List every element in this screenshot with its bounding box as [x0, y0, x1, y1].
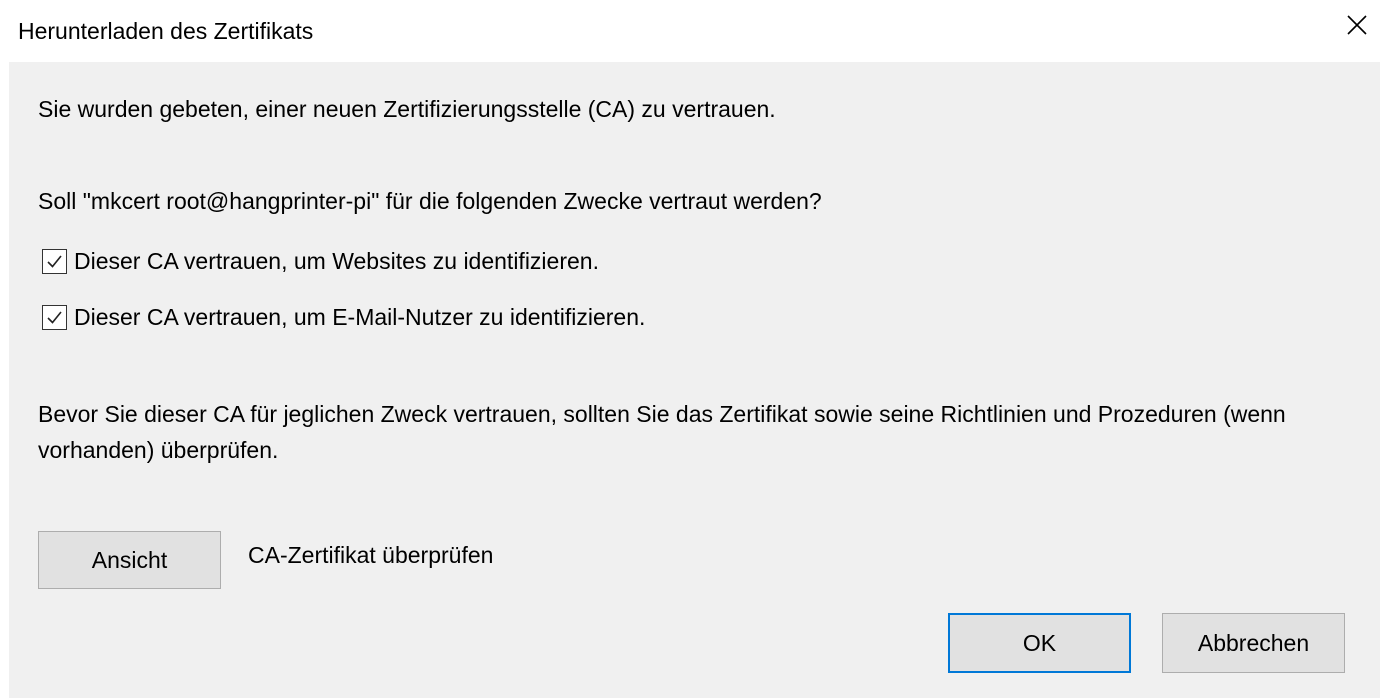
trust-email-label: Dieser CA vertrauen, um E-Mail-Nutzer zu…	[74, 304, 646, 330]
close-icon	[1347, 15, 1367, 35]
dialog-content: Sie wurden gebeten, einer neuen Zertifiz…	[9, 62, 1380, 698]
intro-text: Sie wurden gebeten, einer neuen Zertifiz…	[38, 96, 776, 122]
view-description: CA-Zertifikat überprüfen	[248, 542, 494, 568]
close-button[interactable]	[1325, 0, 1389, 50]
trust-email-option[interactable]: Dieser CA vertrauen, um E-Mail-Nutzer zu…	[42, 302, 645, 332]
cancel-button[interactable]: Abbrechen	[1162, 613, 1345, 673]
trust-websites-checkbox[interactable]	[42, 248, 67, 274]
checkmark-icon	[47, 254, 62, 268]
title-bar: Herunterladen des Zertifikats	[0, 0, 1389, 62]
certificate-download-dialog: Herunterladen des Zertifikats Sie wurden…	[0, 0, 1389, 698]
trust-question: Soll "mkcert root@hangprinter-pi" für di…	[38, 188, 822, 214]
warning-text: Bevor Sie dieser CA für jeglichen Zweck …	[38, 401, 1286, 463]
dialog-title: Herunterladen des Zertifikats	[18, 18, 314, 44]
ok-button[interactable]: OK	[948, 613, 1131, 673]
trust-websites-option[interactable]: Dieser CA vertrauen, um Websites zu iden…	[42, 246, 599, 276]
trust-websites-label: Dieser CA vertrauen, um Websites zu iden…	[74, 248, 599, 274]
view-button[interactable]: Ansicht	[38, 531, 221, 589]
checkmark-icon	[47, 310, 62, 324]
trust-email-checkbox[interactable]	[42, 304, 67, 330]
